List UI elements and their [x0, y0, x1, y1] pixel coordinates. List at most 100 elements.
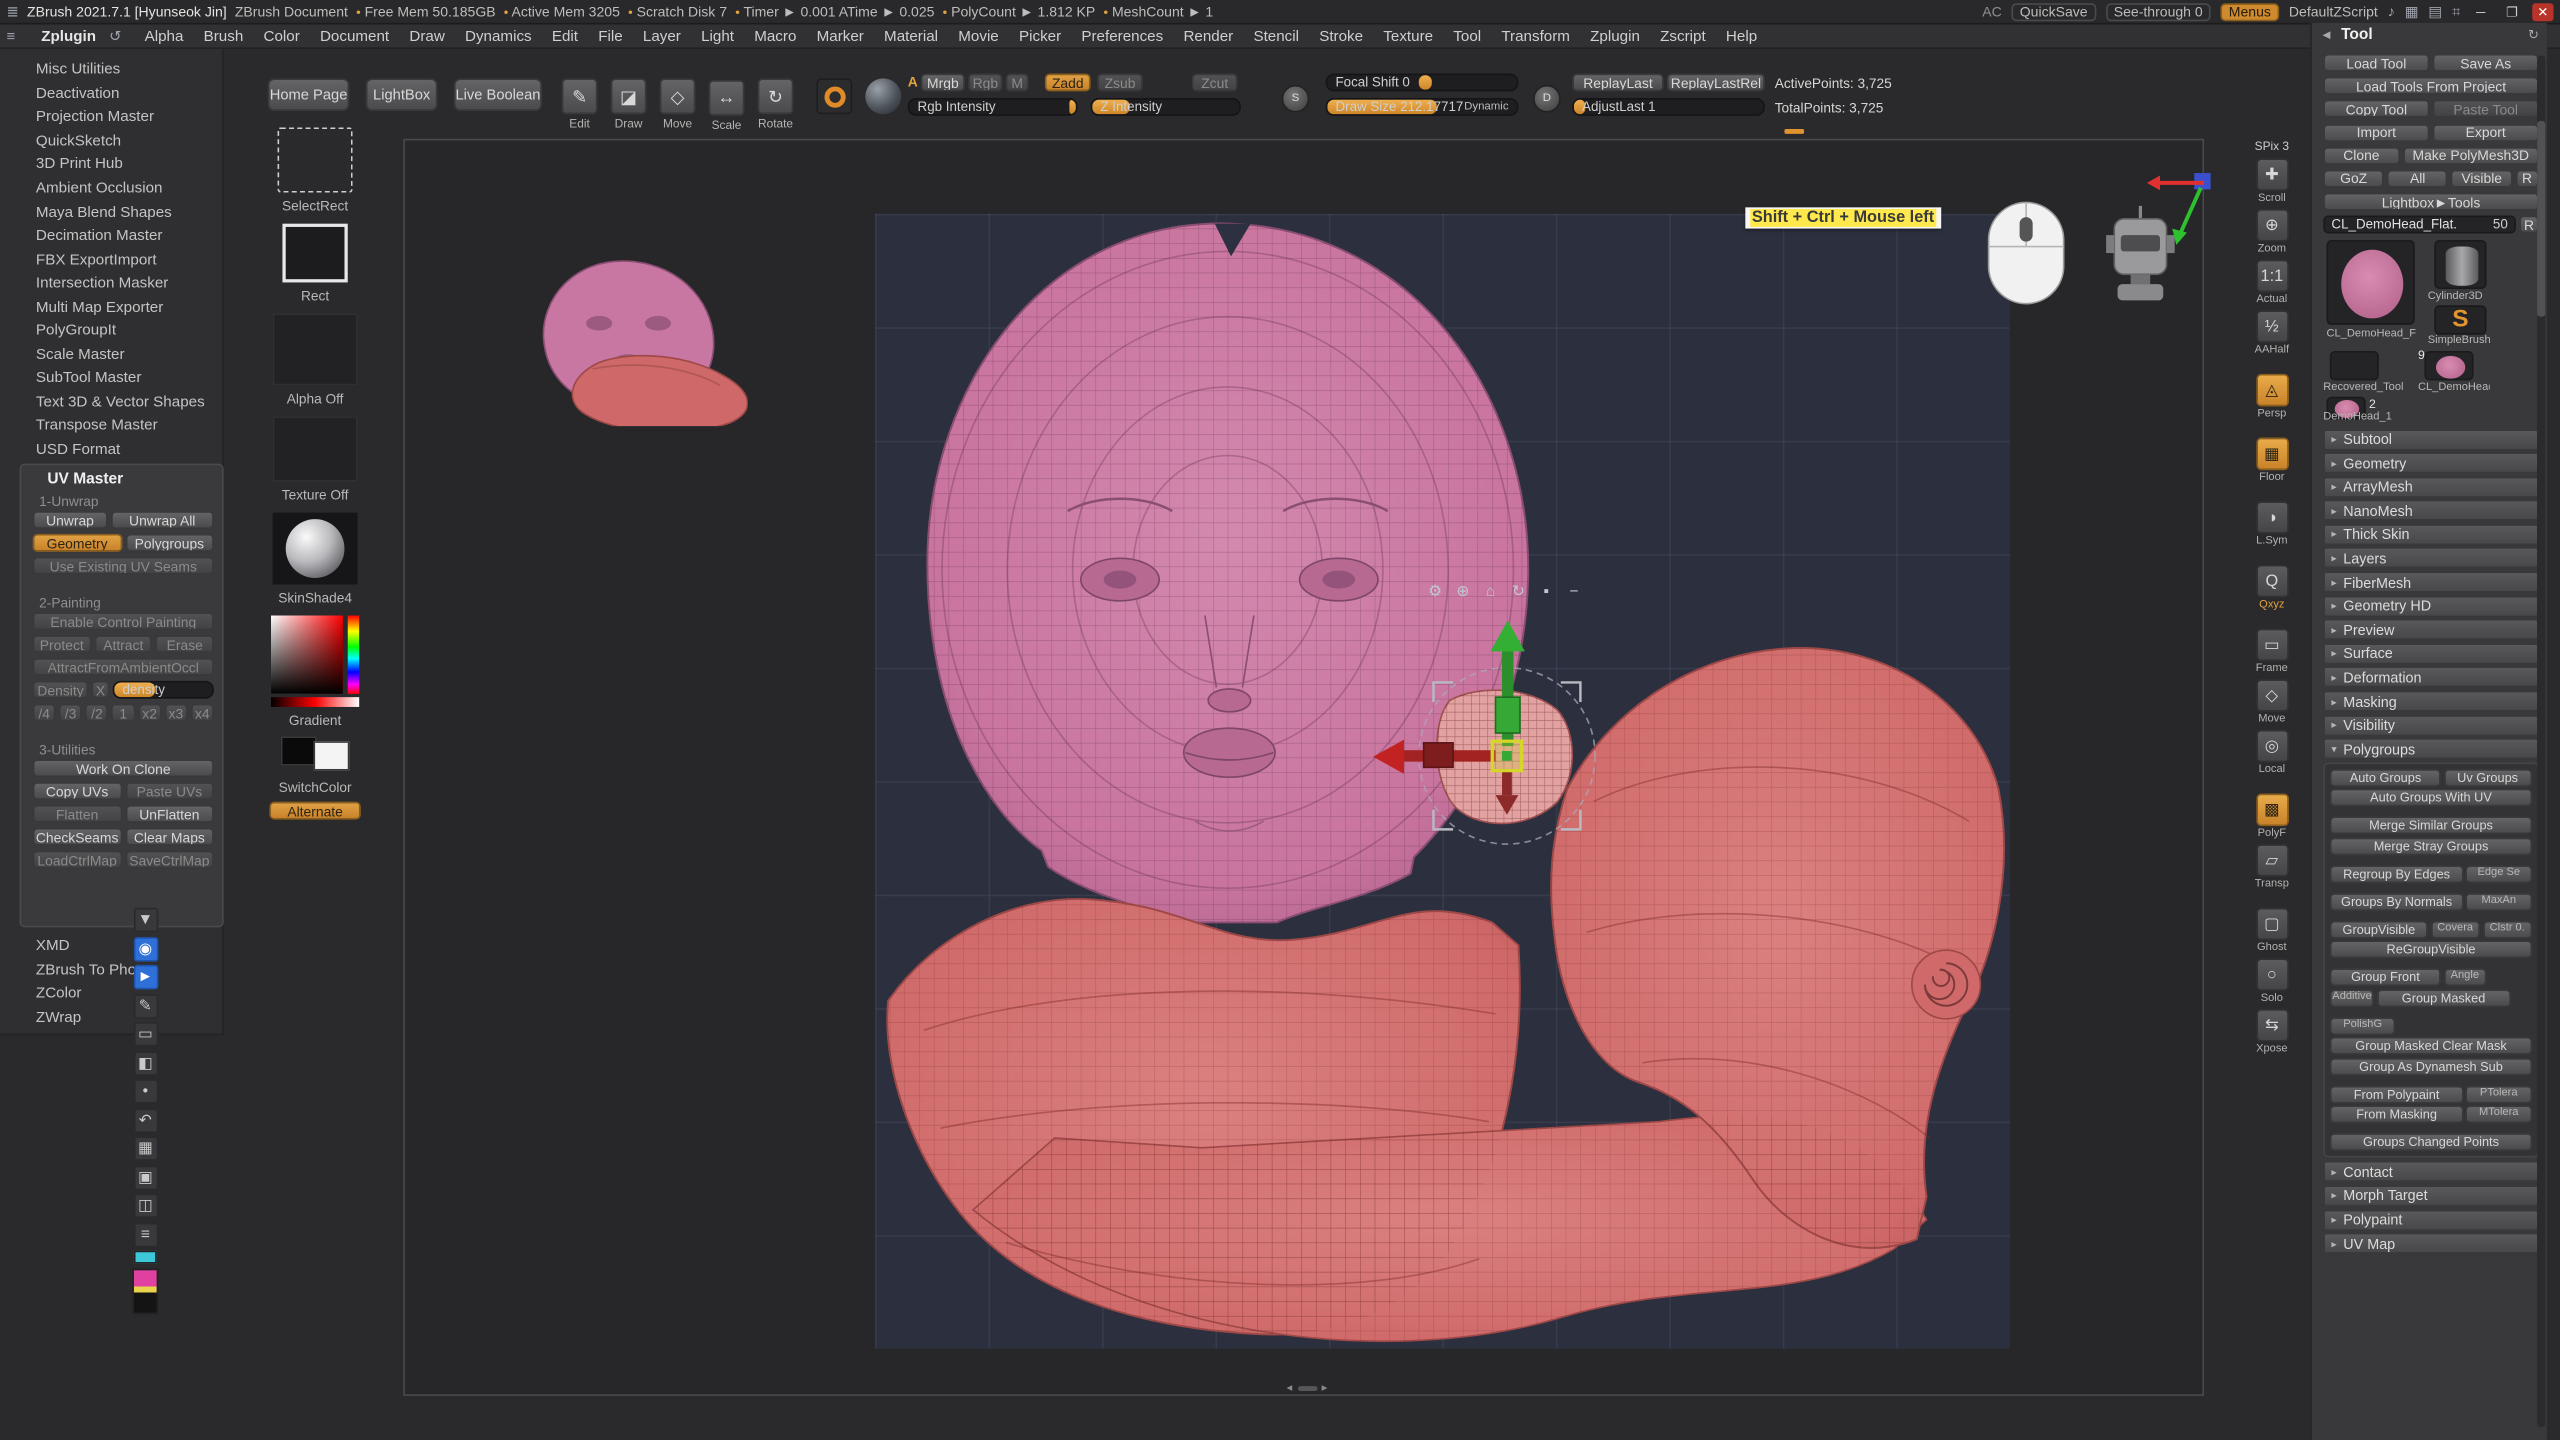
demohead-thumbnail[interactable]	[2424, 350, 2473, 379]
zplugin-item[interactable]: Maya Blend Shapes	[0, 200, 222, 224]
work-on-clone-button[interactable]: Work On Clone	[33, 759, 214, 777]
polygroups-button[interactable]: Regroup By Edges	[2330, 865, 2464, 883]
polyf-icon[interactable]: ▩ PolyF	[2256, 793, 2289, 839]
checkseams-button[interactable]: CheckSeams	[33, 828, 122, 846]
menu-item[interactable]: Zplugin	[1580, 24, 1650, 47]
clipboard-icon[interactable]: ◫	[133, 1193, 157, 1217]
zplugin-item[interactable]: Misc Utilities	[0, 57, 222, 81]
picker-icon[interactable]: ▼	[133, 908, 157, 932]
transp-icon[interactable]: ▱ Transp	[2255, 844, 2289, 890]
alternate-button[interactable]: Alternate	[269, 802, 360, 820]
zplugin-item[interactable]: Multi Map Exporter	[0, 295, 222, 319]
protect-button[interactable]: Protect	[33, 635, 91, 653]
zplugin-item[interactable]: XMD	[0, 934, 224, 958]
rgb-intensity-slider[interactable]: Rgb Intensity	[908, 98, 1078, 116]
canvas-scrollbar[interactable]: ◂ ▸	[1287, 1381, 1328, 1394]
polygroups-button[interactable]: Merge Stray Groups	[2330, 837, 2532, 855]
polygroups-button[interactable]: Group As Dynamesh Sub	[2330, 1058, 2532, 1076]
polygroups-button[interactable]: Group Masked	[2377, 989, 2511, 1007]
menu-item[interactable]: Draw	[399, 24, 455, 47]
maximize-button[interactable]: ❐	[2501, 2, 2522, 20]
export-button[interactable]: Export	[2433, 123, 2539, 141]
actual-icon[interactable]: 1:1 Actual	[2256, 260, 2289, 306]
lsym-icon[interactable]: ◑ L.Sym	[2256, 501, 2289, 547]
enable-control-painting-toggle[interactable]: Enable Control Painting	[33, 612, 214, 630]
polygroups-button[interactable]: Covera	[2430, 921, 2480, 939]
dot-icon[interactable]: •	[133, 1079, 157, 1103]
persp-icon[interactable]: ◬ Persp	[2256, 374, 2289, 420]
load-tools-from-project-button[interactable]: Load Tools From Project	[2323, 77, 2539, 95]
refresh-icon[interactable]: ↺	[109, 27, 121, 45]
lightbox-tools-button[interactable]: Lightbox►Tools	[2323, 193, 2539, 211]
zplugin-item[interactable]: ZWrap	[0, 1005, 224, 1029]
tool-section[interactable]: ▸ FiberMesh	[2323, 572, 2539, 593]
zplugin-item[interactable]: Deactivation	[0, 81, 222, 105]
switch-color-widget[interactable]	[278, 736, 353, 772]
polygroups-button[interactable]: Edge Se	[2466, 865, 2532, 883]
sound-icon[interactable]: ♪	[2388, 3, 2395, 19]
zplugin-item[interactable]: Decimation Master	[0, 223, 222, 247]
rgb-toggle[interactable]: Rgb	[968, 73, 1002, 91]
polygroups-button[interactable]: Group Masked Clear Mask	[2330, 1037, 2532, 1055]
zplugin-item[interactable]: Scale Master	[0, 342, 222, 366]
tool-section[interactable]: ▸ Deformation	[2323, 667, 2539, 688]
tool-section[interactable]: ▸ Visibility	[2323, 714, 2539, 735]
tool-r-button[interactable]: R	[2519, 216, 2539, 234]
zplugin-item[interactable]: 3D Print Hub	[0, 152, 222, 176]
frame-icon[interactable]: ▭ Frame	[2256, 629, 2289, 675]
menu-item[interactable]: Help	[1716, 24, 1767, 47]
polygroups-button[interactable]: From Polypaint	[2330, 1085, 2464, 1103]
select-rect-brush-icon[interactable]	[278, 127, 353, 192]
tool-section[interactable]: ▸ Morph Target	[2323, 1185, 2539, 1206]
eye-icon[interactable]: ◉	[133, 936, 157, 960]
menu-item[interactable]: Picker	[1009, 24, 1071, 47]
menu-item[interactable]: Render	[1173, 24, 1243, 47]
panel-cycle-icon[interactable]: ↻	[2528, 28, 2539, 43]
geometry-toggle[interactable]: Geometry	[33, 534, 122, 552]
menu-item[interactable]: Stroke	[1309, 24, 1373, 47]
menu-item[interactable]: Tool	[1443, 24, 1491, 47]
mrgb-toggle[interactable]: Mrgb	[921, 73, 965, 91]
tool-section[interactable]: ▸ Thick Skin	[2323, 524, 2539, 545]
undo-icon[interactable]: ↶	[133, 1108, 157, 1132]
zplugin-item[interactable]: FBX ExportImport	[0, 247, 222, 271]
polygroups-button[interactable]: Auto Groups With UV	[2330, 789, 2532, 807]
grid-icon[interactable]: ▦	[133, 1136, 157, 1160]
attract-button[interactable]: Attract	[94, 635, 152, 653]
zscript-label[interactable]: DefaultZScript	[2289, 3, 2378, 19]
menu-item[interactable]: Light	[691, 24, 744, 47]
minimize-button[interactable]: ─	[2470, 2, 2491, 20]
edit-mode-button[interactable]: ✎ Edit	[562, 78, 598, 114]
menu-item[interactable]: Alpha	[134, 24, 193, 47]
floor-icon[interactable]: ▦ Floor	[2256, 438, 2289, 484]
tool-section[interactable]: ▸ NanoMesh	[2323, 500, 2539, 521]
polygroups-button[interactable]: Auto Groups	[2330, 769, 2441, 787]
polygroups-button[interactable]: MaxAn	[2466, 893, 2532, 911]
save-as-button[interactable]: Save As	[2433, 54, 2539, 72]
zplugin-item[interactable]: SubTool Master	[0, 366, 222, 390]
copy-uvs-button[interactable]: Copy UVs	[33, 782, 122, 800]
stroke-rect-icon[interactable]	[282, 224, 347, 283]
recovered-tool-thumbnail[interactable]	[2330, 350, 2379, 379]
zsub-toggle[interactable]: Zsub	[1097, 73, 1143, 91]
polygroups-button[interactable]: Groups Changed Points	[2330, 1134, 2532, 1152]
scroll-icon[interactable]: ✚ Scroll	[2256, 158, 2289, 204]
z-intensity-slider[interactable]: Z Intensity	[1091, 98, 1241, 116]
pencil-icon[interactable]: ✎	[133, 993, 157, 1017]
stroke-dial-icon[interactable]: S	[1282, 85, 1310, 113]
focal-shift-slider[interactable]: Focal Shift 0	[1326, 73, 1519, 91]
make-polymesh3d-button[interactable]: Make PolyMesh3D	[2403, 147, 2539, 165]
polygroups-button[interactable]: GroupVisible	[2330, 921, 2428, 939]
polygroups-button[interactable]: Additive	[2330, 989, 2375, 1007]
density-mult-button[interactable]: 1	[112, 704, 135, 722]
load-ctrl-map-button[interactable]: LoadCtrlMap	[33, 851, 122, 869]
stroke-icon[interactable]	[816, 78, 852, 114]
zplugin-item[interactable]: Text 3D & Vector Shapes	[0, 390, 222, 414]
app-menu-icon[interactable]: ≣	[7, 2, 19, 20]
density-mult-button[interactable]: x3	[164, 704, 187, 722]
zplugin-item[interactable]: Ambient Occlusion	[0, 176, 222, 200]
alpha-thumbnail[interactable]	[273, 313, 358, 385]
material-sphere-icon[interactable]	[865, 78, 901, 114]
color-picker[interactable]	[271, 616, 359, 707]
load-tool-button[interactable]: Load Tool	[2323, 54, 2429, 72]
